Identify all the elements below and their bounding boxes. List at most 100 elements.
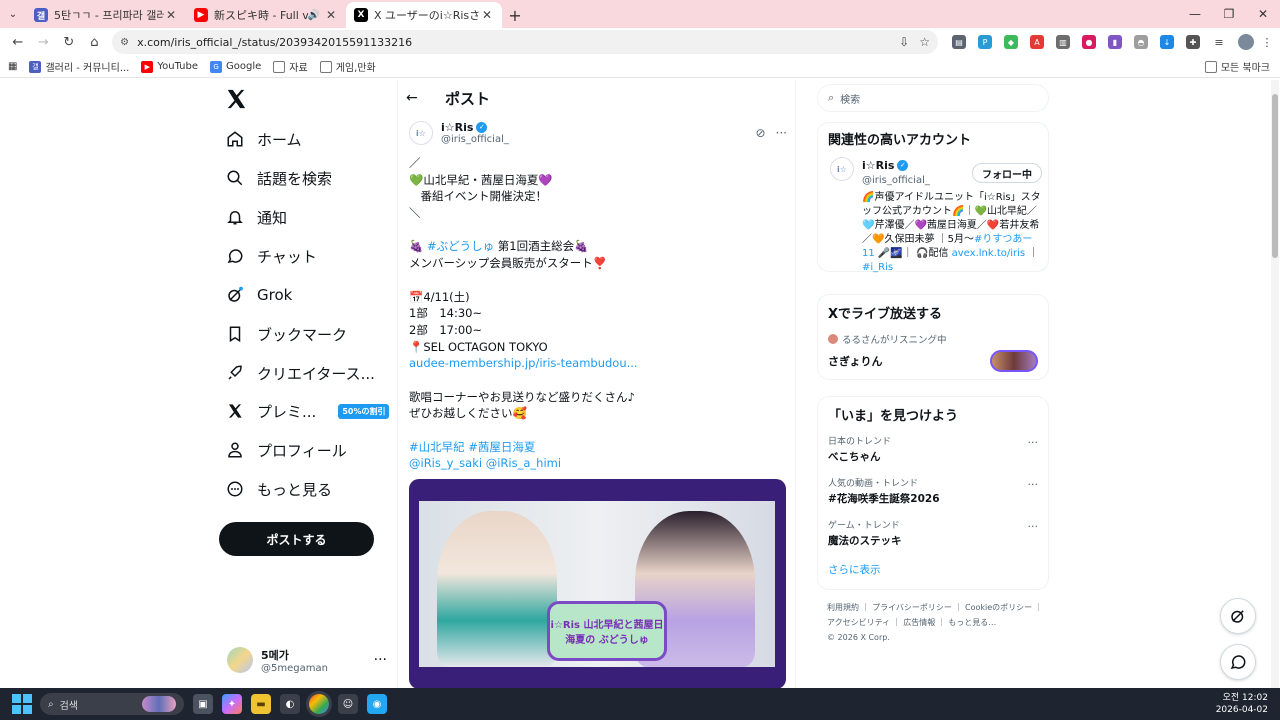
post-line: ／ [409,156,421,170]
more-dots-icon[interactable]: ··· [1028,520,1039,533]
sidebar-item-profile[interactable]: プロフィール [225,436,347,464]
messages-floating-button[interactable] [1220,644,1256,680]
page-scrollbar[interactable] [1271,80,1279,688]
bio-hashtag-link[interactable]: #i_Ris [862,262,893,273]
post-link[interactable]: @iRis_a_himi [486,456,561,470]
sidebar-item-bookmarks[interactable]: ブックマーク [225,320,347,348]
tab-2-active[interactable]: X X ユーザーのi☆Risさん: 「／ 💚山... ✕ [346,2,502,28]
author-name[interactable]: i☆Ris ✓ [441,121,509,134]
account-switcher[interactable]: 5메가 @5megaman ··· [227,640,387,680]
back-arrow-icon[interactable]: ← [6,30,30,54]
post-image[interactable]: i☆Ris 山北早紀と茜屋日海夏の ぶどうしゅ [409,479,786,688]
speaker-icon[interactable]: 🔊 [308,10,320,21]
sidebar-item-creator-studio[interactable]: クリエイタース... [225,359,375,387]
extension-icon[interactable]: ● [1082,35,1096,49]
trend-item[interactable]: 人気の動画・トレンド #花海咲季生誕祭2026 ··· [828,472,1038,514]
windows-start-icon[interactable] [12,694,32,714]
adblock-extension-icon[interactable]: A [1030,35,1044,49]
post-link[interactable]: audee-membership.jp/iris-teambudou... [409,356,638,370]
all-bookmarks[interactable]: 모든 북마크 [1204,59,1270,74]
more-dots-icon[interactable]: ··· [1028,478,1039,491]
star-bookmark-icon[interactable]: ☆ [919,35,930,49]
more-dots-icon[interactable]: ··· [374,652,387,668]
related-avatar[interactable]: i☆ [830,157,854,181]
taskbar-search[interactable]: ⌕ 검색 [40,693,184,715]
show-more-link[interactable]: さらに表示 [828,562,1038,577]
related-name[interactable]: i☆Ris ✓ [862,159,909,172]
reload-icon[interactable]: ↻ [57,30,81,54]
search-input[interactable]: ⌕ 検索 [817,84,1049,112]
footer-line[interactable]: 利用規約 ｜ プライバシーポリシー ｜ Cookieのポリシー ｜ [827,600,1047,615]
extension-icon[interactable]: ▮ [1108,35,1122,49]
grok-explain-icon[interactable]: ⊘ [755,126,765,140]
browser-menu-icon[interactable]: ⋮ [1260,35,1274,49]
more-dots-icon[interactable]: ··· [1028,436,1039,449]
post-link[interactable]: #茜屋日海夏 [468,440,535,454]
sidebar-item-premium[interactable]: プレミ... 50%の割引 [225,397,390,425]
close-tab-icon[interactable]: ✕ [480,8,494,22]
sidebar-item-more[interactable]: もっと見る [225,475,332,503]
system-clock[interactable]: 오전 12:02 2026-04-02 [1216,692,1268,716]
bookmark-folder-games[interactable]: 게임,만화 [319,59,376,74]
chat-app-icon[interactable]: ☺ [338,694,358,714]
download-icon[interactable]: ↓ [1160,35,1174,49]
sidebar-item-chat[interactable]: チャット [225,242,317,270]
tab-search-chevron-icon[interactable]: ⌄ [0,0,26,28]
bookmark-youtube[interactable]: ▶ YouTube [141,60,198,73]
sidebar-item-home[interactable]: ホーム [225,125,302,153]
space-item[interactable]: さぎょりん [828,350,1038,372]
file-explorer-icon[interactable]: ▬ [251,694,271,714]
sidebar-item-grok[interactable]: Grok [225,281,292,309]
trend-item[interactable]: 日本のトレンド べこちゃん ··· [828,430,1038,472]
minimize-icon[interactable]: — [1178,0,1212,28]
bookmark-google[interactable]: G Google [210,60,261,73]
forward-arrow-icon[interactable]: → [32,30,56,54]
home-page-icon[interactable]: ⌂ [83,30,107,54]
sidebar-item-explore[interactable]: 話題を検索 [225,164,332,192]
url-text[interactable]: x.com/iris_official_/status/203934201559… [137,36,889,49]
x-logo-icon[interactable] [225,88,247,110]
bio-url-link[interactable]: avex.lnk.to/iris [952,248,1026,259]
apps-grid-icon[interactable]: ▦ [8,61,17,72]
post-link[interactable]: #山北早紀 [409,440,465,454]
footer-line[interactable]: アクセシビリティ ｜ 広告情報 ｜ もっと見る… [827,615,1047,630]
extension-icon[interactable]: P [978,35,992,49]
close-tab-icon[interactable]: ✕ [164,8,178,22]
close-tab-icon[interactable]: ✕ [324,8,338,22]
puzzle-extensions-icon[interactable]: ✚ [1186,35,1200,49]
shield-extension-icon[interactable]: ◆ [1004,35,1018,49]
profile-avatar-icon[interactable] [1238,34,1254,50]
following-button[interactable]: フォロー中 [972,163,1042,183]
bookmark-gallery[interactable]: 갤 갤러리 - 커뮤니티... [29,59,129,74]
trend-item[interactable]: ゲーム・トレンド 魔法のステッキ ··· [828,514,1038,556]
extension-icon[interactable]: ▥ [1056,35,1070,49]
post-link[interactable]: @iRis_y_saki [409,456,482,470]
scrollbar-thumb[interactable] [1272,94,1278,258]
tab-1[interactable]: ▶ 新スピキ時 - Full ver. - YouTube 🔊 ✕ [186,2,346,28]
gallery-favicon-icon: 갤 [34,8,48,22]
tab-0[interactable]: 갤 5탄ㄱㄱ - 프리파라 갤러리 ✕ [26,2,186,28]
grok-floating-button[interactable] [1220,598,1256,634]
close-window-icon[interactable]: ✕ [1246,0,1280,28]
copilot-icon[interactable]: ✦ [222,694,242,714]
app-icon[interactable]: ◐ [280,694,300,714]
app-icon[interactable]: ◉ [367,694,387,714]
sidebar-item-notifications[interactable]: 通知 [225,203,287,231]
new-tab-plus-icon[interactable]: + [502,2,528,28]
author-handle[interactable]: @iris_official_ [441,134,509,145]
reading-list-icon[interactable]: ≡ [1212,35,1226,49]
back-arrow-icon[interactable]: ← [406,90,436,106]
restore-icon[interactable]: ❐ [1212,0,1246,28]
site-info-icon[interactable]: ⚙ [120,37,129,48]
extension-icon[interactable]: ◓ [1134,35,1148,49]
chrome-icon[interactable] [309,694,329,714]
post-link[interactable]: #ぶどうしゅ [427,239,494,253]
extension-icon[interactable]: ▤ [952,35,966,49]
task-view-icon[interactable]: ▣ [193,694,213,714]
more-dots-icon[interactable]: ··· [776,126,787,140]
install-app-icon[interactable]: ⇩ [899,35,909,49]
post-button[interactable]: ポストする [219,522,374,556]
bookmark-folder-materials[interactable]: 자료 [273,59,308,74]
address-bar[interactable]: ⚙ x.com/iris_official_/status/2039342015… [112,30,938,54]
author-avatar[interactable]: i☆ [409,121,433,145]
